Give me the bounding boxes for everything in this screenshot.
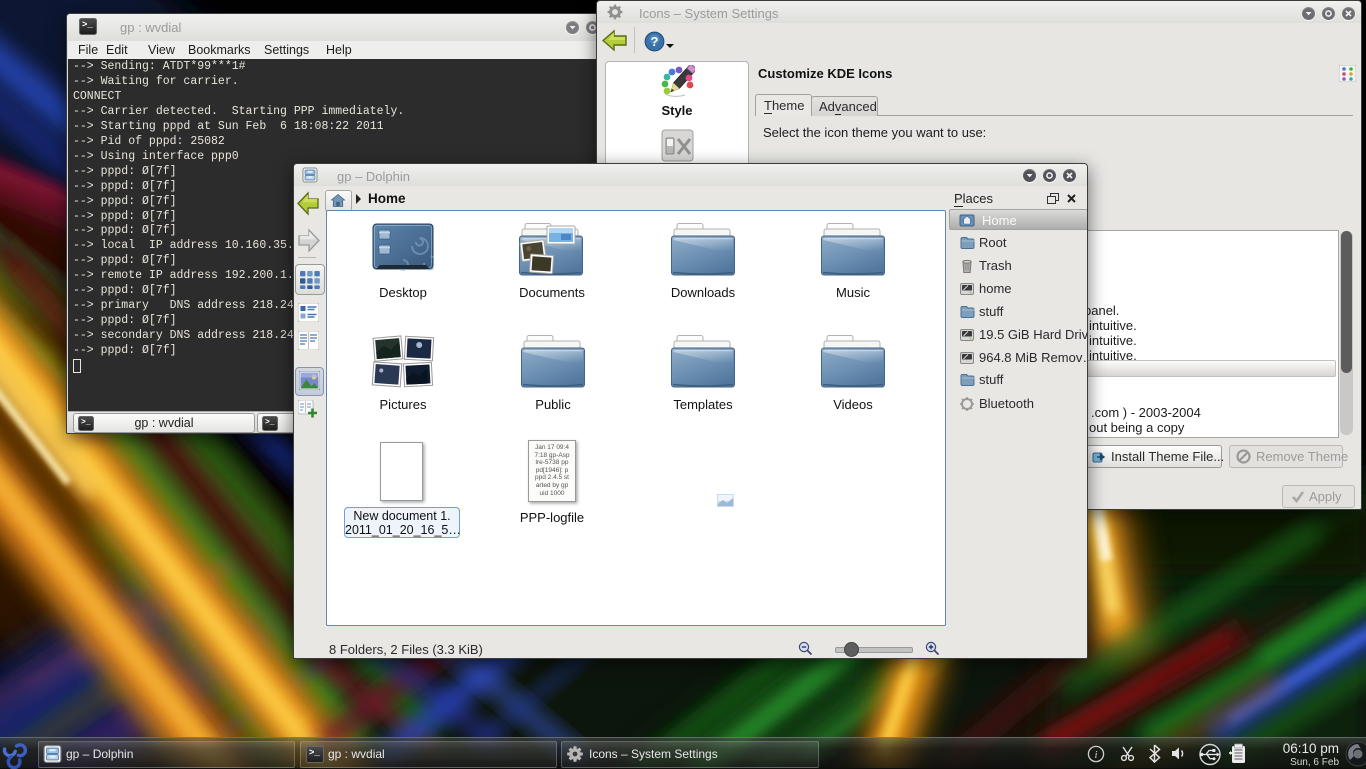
svg-text:?: ? — [651, 34, 659, 49]
svg-text:i: i — [1094, 749, 1097, 761]
